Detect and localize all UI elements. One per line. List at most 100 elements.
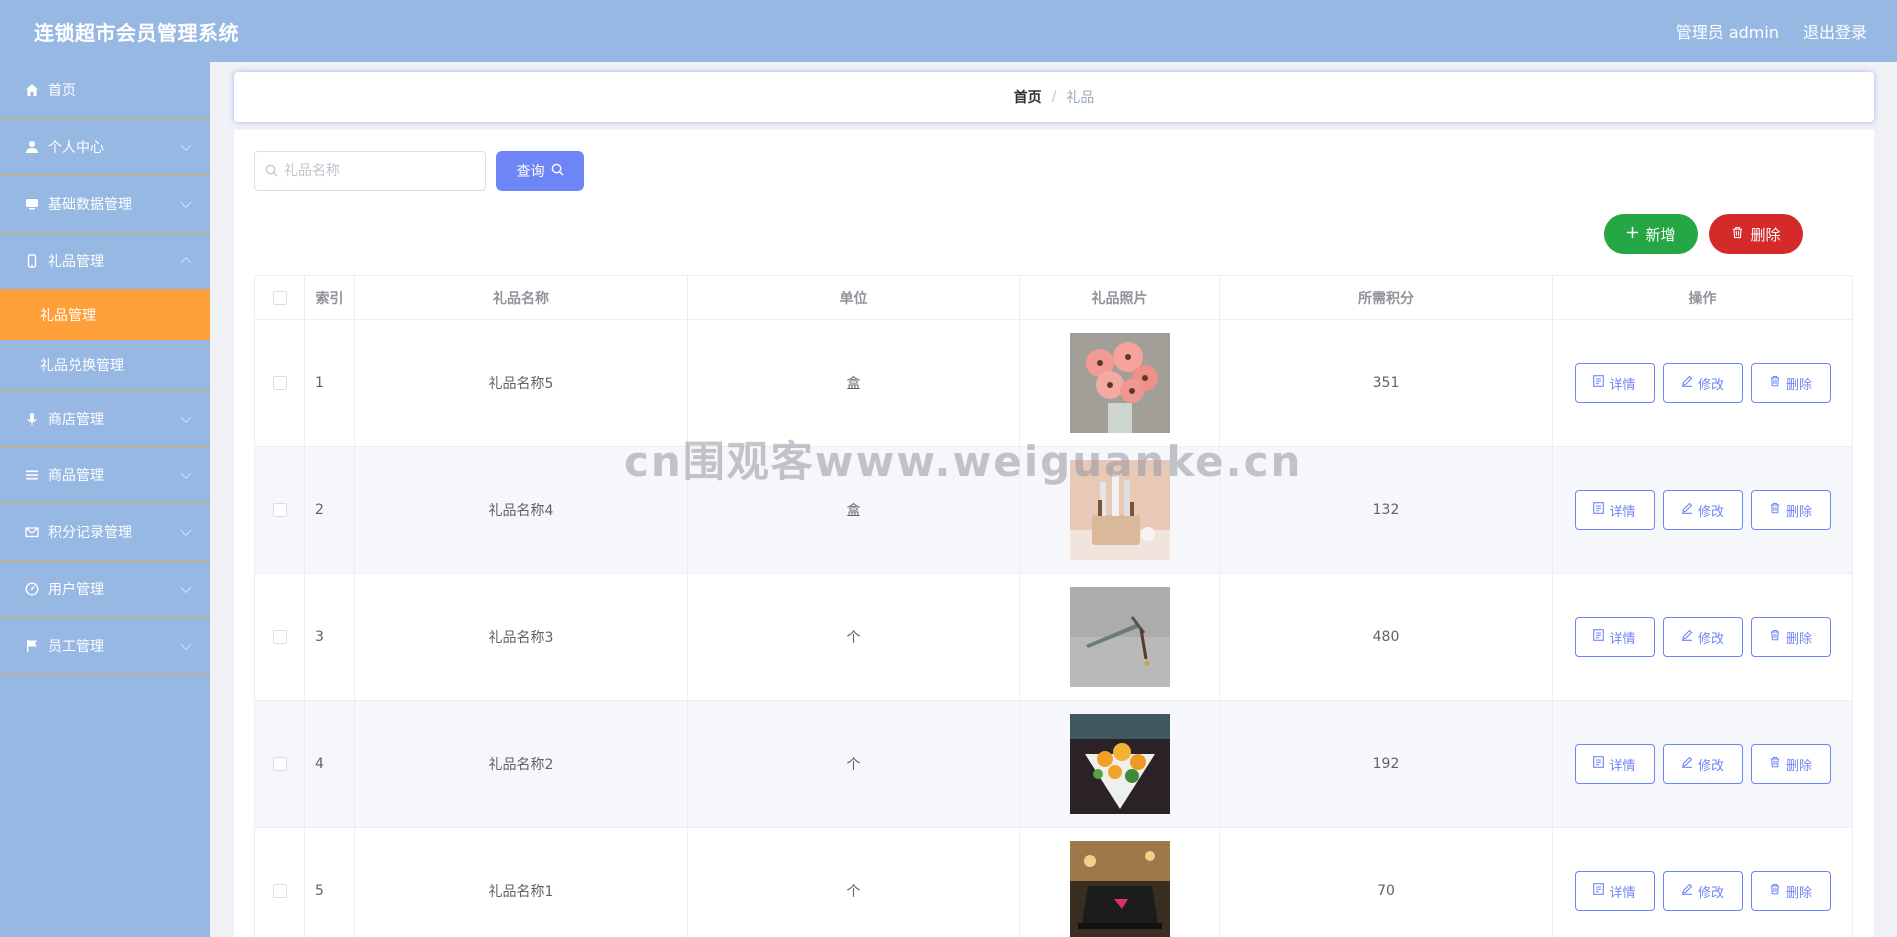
- edit-icon: [1681, 883, 1693, 899]
- edit-icon: [1681, 502, 1693, 518]
- chevron-down-icon: [180, 581, 192, 594]
- search-icon: [265, 162, 278, 181]
- sidebar-item-basic-data[interactable]: 基础数据管理: [0, 176, 210, 233]
- header-actions: 管理员 admin 退出登录: [1676, 19, 1867, 43]
- row-checkbox[interactable]: [272, 376, 287, 390]
- sidebar-item-home[interactable]: 首页: [0, 62, 210, 119]
- detail-button[interactable]: 详情: [1574, 744, 1655, 784]
- delete-button[interactable]: 删除: [1750, 871, 1831, 911]
- add-button[interactable]: 新增: [1604, 214, 1698, 254]
- row-index: 4: [304, 700, 355, 828]
- detail-button[interactable]: 详情: [1574, 490, 1655, 530]
- top-header: 连锁超市会员管理系统 管理员 admin 退出登录: [0, 0, 1897, 62]
- search-field[interactable]: [254, 151, 486, 191]
- table-header-row: 索引 礼品名称 单位 礼品照片 所需积分 操作: [254, 275, 1853, 320]
- dashboard-icon: [24, 581, 40, 597]
- edit-button[interactable]: 修改: [1662, 744, 1743, 784]
- edit-button[interactable]: 修改: [1662, 871, 1743, 911]
- table-row: 3 礼品名称3 个 480 详情 修改 删除: [254, 573, 1853, 701]
- query-button-label: 查询: [516, 164, 545, 180]
- app-title: 连锁超市会员管理系统: [34, 20, 239, 45]
- gift-photo-knife-set[interactable]: [1069, 460, 1170, 560]
- row-actions: 详情 修改 删除: [1552, 319, 1853, 447]
- gift-photo-laptop[interactable]: [1069, 841, 1170, 937]
- row-checkbox[interactable]: [272, 757, 287, 771]
- menu-icon: [24, 467, 40, 483]
- row-unit: 个: [687, 700, 1020, 828]
- row-index: 3: [304, 573, 355, 701]
- current-user[interactable]: 管理员 admin: [1676, 19, 1779, 43]
- delete-button[interactable]: 删除: [1750, 744, 1831, 784]
- sidebar-item-label: 首页: [48, 83, 76, 99]
- delete-button[interactable]: 删除: [1750, 617, 1831, 657]
- row-checkbox[interactable]: [272, 630, 287, 644]
- sidebar-subitem-gift-exchange[interactable]: 礼品兑换管理: [0, 340, 210, 390]
- logout-link[interactable]: 退出登录: [1803, 19, 1867, 43]
- user-icon: [24, 139, 40, 155]
- sidebar-item-staff[interactable]: 员工管理: [0, 618, 210, 675]
- row-actions: 详情 修改 删除: [1552, 573, 1853, 701]
- column-header-name: 礼品名称: [354, 275, 688, 320]
- edit-icon: [1681, 629, 1693, 645]
- sidebar-item-product[interactable]: 商品管理: [0, 447, 210, 504]
- sidebar-subitem-gift-management[interactable]: 礼品管理: [0, 290, 210, 340]
- select-all-cell[interactable]: [254, 275, 305, 320]
- gift-photo-flower-bouquet[interactable]: [1069, 714, 1170, 814]
- column-header-index: 索引: [304, 275, 355, 320]
- trash-icon: [1769, 629, 1781, 645]
- row-checkbox[interactable]: [272, 503, 287, 517]
- row-select-cell[interactable]: [254, 446, 305, 574]
- sidebar-item-gift[interactable]: 礼品管理: [0, 233, 210, 290]
- edit-button-label: 修改: [1697, 504, 1724, 520]
- detail-button[interactable]: 详情: [1574, 871, 1655, 911]
- delete-button[interactable]: 删除: [1750, 363, 1831, 403]
- row-unit: 盒: [687, 319, 1020, 447]
- bulk-delete-button[interactable]: 删除: [1709, 214, 1803, 254]
- detail-button[interactable]: 详情: [1574, 617, 1655, 657]
- query-button[interactable]: 查询: [496, 151, 584, 191]
- sidebar: 首页 个人中心 基础数据管理 礼品管理 礼品管理 礼品兑换管理 商店管理 商品管…: [0, 62, 210, 937]
- sidebar-item-label: 用户管理: [48, 582, 104, 598]
- trash-icon: [1769, 502, 1781, 518]
- column-header-points: 所需积分: [1219, 275, 1553, 320]
- sidebar-item-store[interactable]: 商店管理: [0, 390, 210, 447]
- row-select-cell[interactable]: [254, 573, 305, 701]
- edit-button-label: 修改: [1697, 377, 1724, 393]
- delete-button-label: 删除: [1785, 377, 1812, 393]
- chevron-up-icon: [180, 256, 192, 269]
- row-select-cell[interactable]: [254, 827, 305, 937]
- delete-button[interactable]: 删除: [1750, 490, 1831, 530]
- sidebar-item-profile[interactable]: 个人中心: [0, 119, 210, 176]
- edit-icon: [1681, 756, 1693, 772]
- select-all-checkbox[interactable]: [272, 290, 287, 305]
- breadcrumb-home[interactable]: 首页: [1014, 87, 1042, 107]
- gift-photo-pink-flowers[interactable]: [1069, 333, 1170, 433]
- row-photo-cell: [1019, 700, 1220, 828]
- sidebar-item-label: 商品管理: [48, 468, 104, 484]
- row-select-cell[interactable]: [254, 319, 305, 447]
- detail-button[interactable]: 详情: [1574, 363, 1655, 403]
- edit-button[interactable]: 修改: [1662, 363, 1743, 403]
- row-unit: 盒: [687, 446, 1020, 574]
- row-select-cell[interactable]: [254, 700, 305, 828]
- row-checkbox[interactable]: [272, 884, 287, 898]
- gift-photo-sword[interactable]: [1069, 587, 1170, 687]
- sidebar-item-label: 积分记录管理: [48, 525, 132, 541]
- edit-button[interactable]: 修改: [1662, 617, 1743, 657]
- sidebar-item-user[interactable]: 用户管理: [0, 561, 210, 618]
- trash-icon: [1769, 375, 1781, 391]
- table-row: 5 礼品名称1 个 70 详情 修改 删除: [254, 827, 1853, 937]
- row-gift-name: 礼品名称4: [354, 446, 688, 574]
- chevron-down-icon: [180, 467, 192, 480]
- row-unit: 个: [687, 827, 1020, 937]
- monitor-icon: [24, 196, 40, 212]
- row-unit: 个: [687, 573, 1020, 701]
- sidebar-item-label: 基础数据管理: [48, 197, 132, 213]
- search-input[interactable]: [284, 163, 474, 179]
- edit-button-label: 修改: [1697, 758, 1724, 774]
- row-points: 351: [1219, 319, 1553, 447]
- sidebar-item-label: 礼品管理: [48, 254, 104, 270]
- sidebar-item-points-record[interactable]: 积分记录管理: [0, 504, 210, 561]
- edit-button[interactable]: 修改: [1662, 490, 1743, 530]
- add-button-label: 新增: [1645, 225, 1676, 244]
